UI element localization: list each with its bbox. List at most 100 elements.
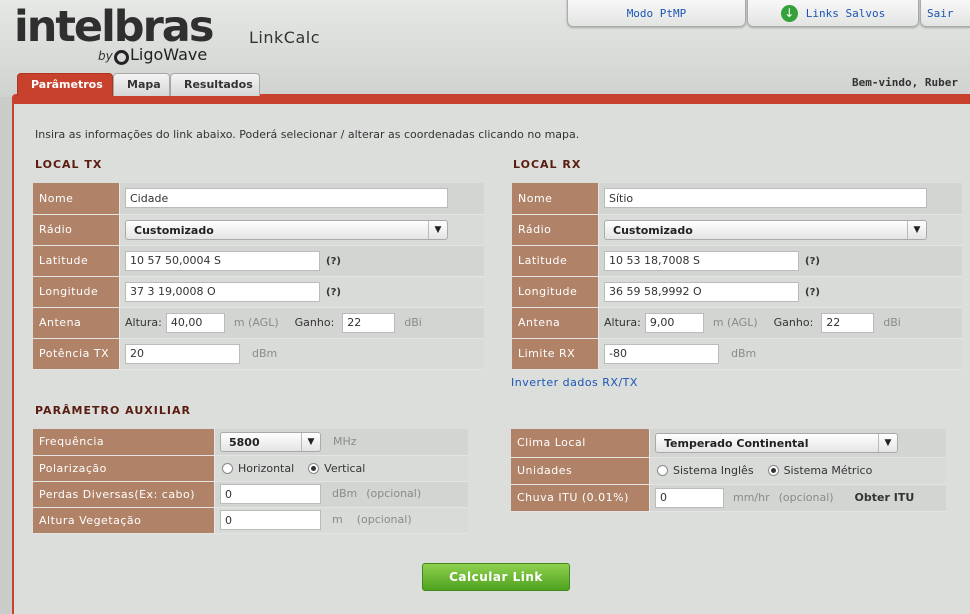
tx-height-input[interactable]	[165, 312, 225, 333]
losses-unit: dBm	[332, 487, 358, 500]
rx-antenna-label: Antena	[512, 307, 599, 339]
tx-power-unit: dBm	[252, 346, 278, 360]
ligowave-icon	[114, 50, 129, 65]
units-label: Unidades	[511, 457, 650, 485]
frequency-unit: MHz	[333, 434, 357, 448]
tx-name-input[interactable]	[125, 188, 448, 209]
vegetation-input[interactable]	[220, 510, 321, 530]
rain-unit: mm/hr	[733, 490, 770, 504]
rx-latitude-help[interactable]: (?)	[805, 256, 820, 267]
vertical-radio[interactable]	[308, 462, 320, 474]
environment-table: Clima Local Temperado Continental ▼ Unida…	[511, 429, 946, 512]
saved-links-label: Links Salvos	[805, 7, 886, 20]
rx-radio-label: Rádio	[512, 214, 599, 246]
rx-limit-label: Limite RX	[512, 338, 599, 370]
ligowave-logo: LigoWave	[114, 45, 207, 65]
tx-gain-input[interactable]	[342, 312, 396, 333]
tx-name-label: Nome	[33, 183, 120, 215]
metric-system-radio[interactable]	[767, 465, 779, 476]
ptmp-mode-button[interactable]: Modo PtMP	[567, 0, 746, 27]
vertical-radio-label[interactable]: Vertical	[324, 462, 365, 475]
english-system-radio[interactable]	[657, 465, 668, 476]
tx-height-unit: m (AGL)	[233, 315, 279, 329]
rx-limit-input[interactable]	[604, 343, 719, 364]
tx-latitude-help[interactable]: (?)	[326, 256, 341, 267]
horizontal-radio-label[interactable]: Horizontal	[238, 462, 294, 475]
metric-system-label[interactable]: Sistema Métrico	[784, 464, 873, 477]
tx-table: Nome Rádio Customizado ▼ Latitude (?) Lon…	[33, 183, 484, 370]
welcome-text: Bem-vindo, Ruber	[852, 76, 958, 89]
rx-radio-value: Customizado	[613, 223, 693, 237]
rx-gain-label: Ganho:	[773, 315, 814, 329]
download-icon: ↓	[780, 5, 798, 22]
tx-latitude-input[interactable]	[125, 250, 320, 271]
horizontal-radio[interactable]	[222, 462, 233, 474]
chevron-down-icon: ▼	[301, 432, 320, 451]
rx-name-label: Nome	[512, 183, 599, 215]
saved-links-button[interactable]: ↓ Links Salvos	[747, 0, 919, 27]
aux-section-title: PARÂMETRO AUXILIAR	[35, 404, 191, 417]
get-itu-link[interactable]: Obter ITU	[855, 491, 915, 504]
logout-button[interactable]: Sair	[920, 0, 970, 27]
rx-latitude-label: Latitude	[512, 245, 599, 277]
rx-longitude-help[interactable]: (?)	[805, 287, 820, 298]
rx-table: Nome Rádio Customizado ▼ Latitude (?) Lon…	[512, 183, 962, 370]
frequency-select[interactable]: 5800 ▼	[220, 431, 321, 452]
frequency-label: Frequência	[33, 429, 215, 456]
vegetation-unit: m	[332, 513, 343, 526]
rx-radio-select[interactable]: Customizado ▼	[604, 219, 927, 240]
logout-label: Sair	[927, 7, 954, 20]
app-title: LinkCalc	[249, 28, 320, 47]
tx-height-label: Altura:	[125, 315, 162, 329]
rain-itu-input[interactable]	[655, 487, 724, 508]
tx-power-input[interactable]	[125, 343, 240, 364]
invert-rx-tx-link[interactable]: Inverter dados RX/TX	[511, 376, 638, 389]
logo-by-text: by	[98, 49, 113, 63]
rx-name-input[interactable]	[604, 188, 927, 209]
rain-itu-label: Chuva ITU (0.01%)	[511, 484, 650, 512]
rx-height-label: Altura:	[604, 315, 641, 329]
rx-limit-unit: dBm	[731, 346, 757, 360]
tab-mapa[interactable]: Mapa	[113, 73, 170, 96]
ligowave-text: LigoWave	[130, 45, 208, 64]
climate-label: Clima Local	[511, 429, 650, 458]
tx-radio-label: Rádio	[33, 214, 120, 246]
rx-height-input[interactable]	[644, 312, 704, 333]
tx-power-label: Potência TX	[33, 338, 120, 370]
chevron-down-icon: ▼	[907, 220, 926, 239]
vegetation-label: Altura Vegetação	[33, 507, 215, 534]
tx-gain-label: Ganho:	[294, 315, 335, 329]
rx-height-unit: m (AGL)	[712, 315, 758, 329]
rx-longitude-label: Longitude	[512, 276, 599, 308]
calculate-link-button[interactable]: Calcular Link	[422, 563, 570, 591]
losses-input[interactable]	[220, 484, 321, 504]
rx-section-title: LOCAL RX	[513, 158, 582, 171]
tab-resultados[interactable]: Resultados	[170, 73, 260, 96]
rx-gain-unit: dBi	[883, 315, 901, 329]
tx-longitude-input[interactable]	[125, 281, 320, 302]
tab-parametros[interactable]: Parâmetros	[17, 73, 113, 96]
tab-bar: Parâmetros Mapa Resultados	[17, 73, 260, 96]
tx-gain-unit: dBi	[404, 315, 422, 329]
polarization-label: Polarização	[33, 455, 215, 482]
losses-label: Perdas Diversas(Ex: cabo)	[33, 481, 215, 508]
frequency-value: 5800	[229, 435, 260, 449]
ptmp-mode-label: Modo PtMP	[626, 7, 687, 20]
rx-longitude-input[interactable]	[604, 281, 799, 302]
climate-select[interactable]: Temperado Continental ▼	[655, 432, 898, 453]
english-system-label[interactable]: Sistema Inglês	[673, 464, 754, 477]
rx-latitude-input[interactable]	[604, 250, 799, 271]
tx-antenna-label: Antena	[33, 307, 120, 339]
tx-latitude-label: Latitude	[33, 245, 120, 277]
aux-table: Frequência 5800 ▼ MHz Polarização Horizont…	[33, 429, 468, 534]
tx-radio-value: Customizado	[134, 223, 214, 237]
rain-optional-note: (opcional)	[778, 490, 834, 504]
climate-value: Temperado Continental	[664, 436, 809, 450]
chevron-down-icon: ▼	[428, 220, 447, 239]
tx-section-title: LOCAL TX	[35, 158, 103, 171]
intro-text: Insira as informações do link abaixo. Po…	[35, 128, 580, 141]
vegetation-optional-note: (opcional)	[356, 513, 412, 526]
tx-longitude-help[interactable]: (?)	[326, 287, 341, 298]
tx-radio-select[interactable]: Customizado ▼	[125, 219, 448, 240]
rx-gain-input[interactable]	[821, 312, 875, 333]
